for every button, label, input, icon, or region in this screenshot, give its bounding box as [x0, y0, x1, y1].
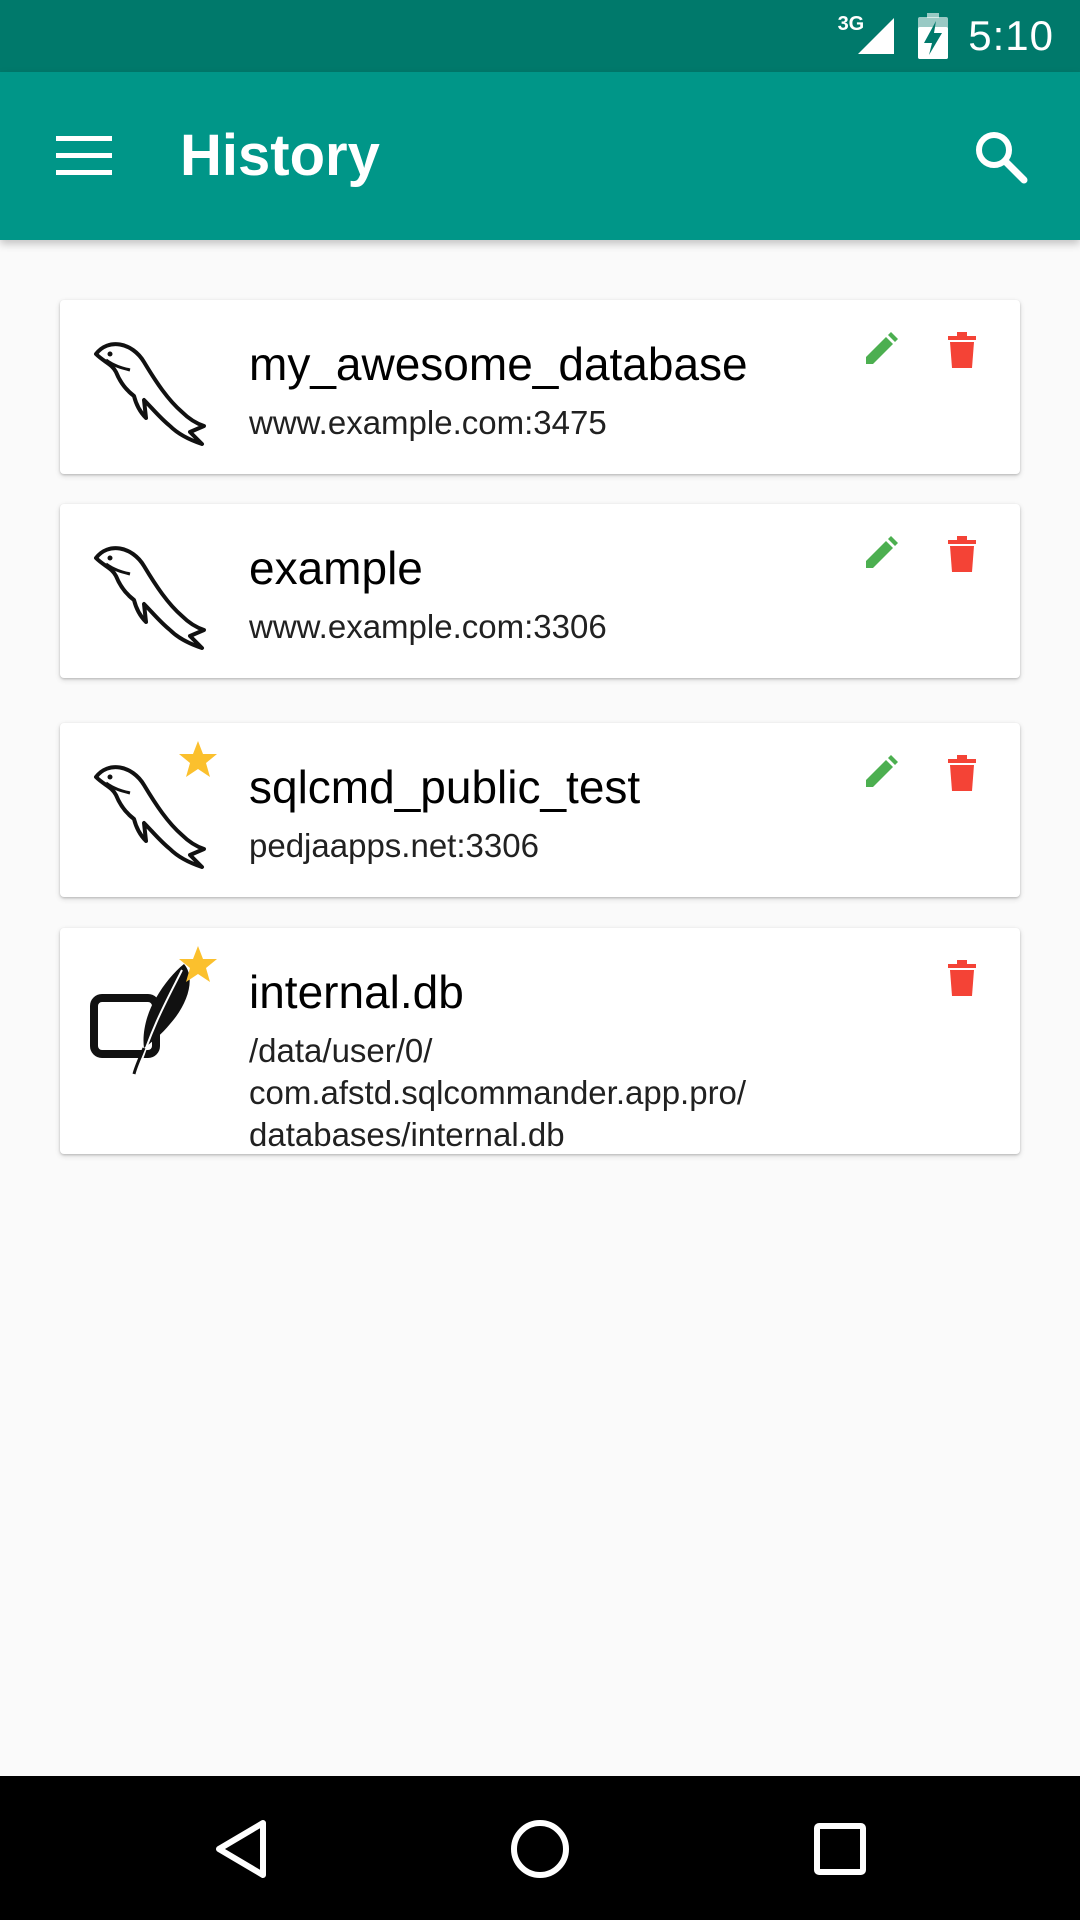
search-button[interactable] — [956, 116, 1044, 196]
connection-card[interactable]: internal.db /data/user/0/ com.afstd.sqlc… — [60, 928, 1020, 1154]
delete-button[interactable] — [932, 948, 992, 1008]
pencil-icon — [866, 332, 898, 364]
trash-icon — [948, 755, 976, 791]
connection-host: pedjaapps.net:3306 — [249, 827, 539, 864]
path-line: com.afstd.sqlcommander.app.pro/ — [249, 1074, 747, 1111]
connection-title: sqlcmd_public_test — [249, 761, 641, 813]
recents-button[interactable] — [780, 1804, 900, 1894]
connection-host: www.example.com:3475 — [249, 404, 607, 441]
connection-title: my_awesome_database — [249, 338, 748, 390]
trash-icon — [948, 960, 976, 996]
trash-icon — [948, 536, 976, 572]
status-bar: 3G 5:10 — [0, 0, 1080, 72]
connection-host: www.example.com:3306 — [249, 608, 607, 645]
connection-title: internal.db — [249, 966, 464, 1018]
page-title: History — [180, 123, 380, 188]
hamburger-menu-icon — [56, 136, 112, 175]
mysql-dolphin-icon — [94, 342, 206, 446]
delete-button[interactable] — [932, 524, 992, 584]
back-icon — [216, 1820, 266, 1878]
delete-button[interactable] — [932, 320, 992, 380]
home-icon — [511, 1820, 569, 1878]
edit-button[interactable] — [850, 743, 910, 803]
battery-charging-icon — [918, 13, 949, 59]
connection-card[interactable]: example www.example.com:3306 — [60, 504, 1020, 678]
home-button[interactable] — [480, 1804, 600, 1894]
connection-title: example — [249, 542, 423, 594]
screen: 3G 5:10 History my_awesome_database www.… — [0, 0, 1080, 1920]
connection-path: /data/user/0/ com.afstd.sqlcommander.app… — [249, 1030, 909, 1156]
app-bar: History — [0, 72, 1080, 240]
mysql-dolphin-icon — [94, 546, 206, 650]
recents-icon — [814, 1823, 866, 1875]
trash-icon — [948, 332, 976, 368]
edit-button[interactable] — [850, 524, 910, 584]
network-type: 3G — [837, 12, 865, 35]
favorite-star-icon — [179, 946, 217, 982]
path-line: /data/user/0/ — [249, 1032, 433, 1069]
connection-card[interactable]: my_awesome_database www.example.com:3475 — [60, 300, 1020, 474]
favorite-star-icon — [179, 741, 217, 777]
clock: 5:10 — [968, 12, 1054, 59]
search-icon — [976, 132, 1028, 184]
path-line: databases/internal.db — [249, 1116, 565, 1153]
edit-button[interactable] — [850, 320, 910, 380]
delete-button[interactable] — [932, 743, 992, 803]
system-nav-bar — [0, 1776, 1080, 1920]
menu-button[interactable] — [40, 116, 128, 196]
connection-card[interactable]: sqlcmd_public_test pedjaapps.net:3306 — [60, 723, 1020, 897]
pencil-icon — [866, 536, 898, 568]
pencil-icon — [866, 755, 898, 787]
back-button[interactable] — [181, 1804, 301, 1894]
